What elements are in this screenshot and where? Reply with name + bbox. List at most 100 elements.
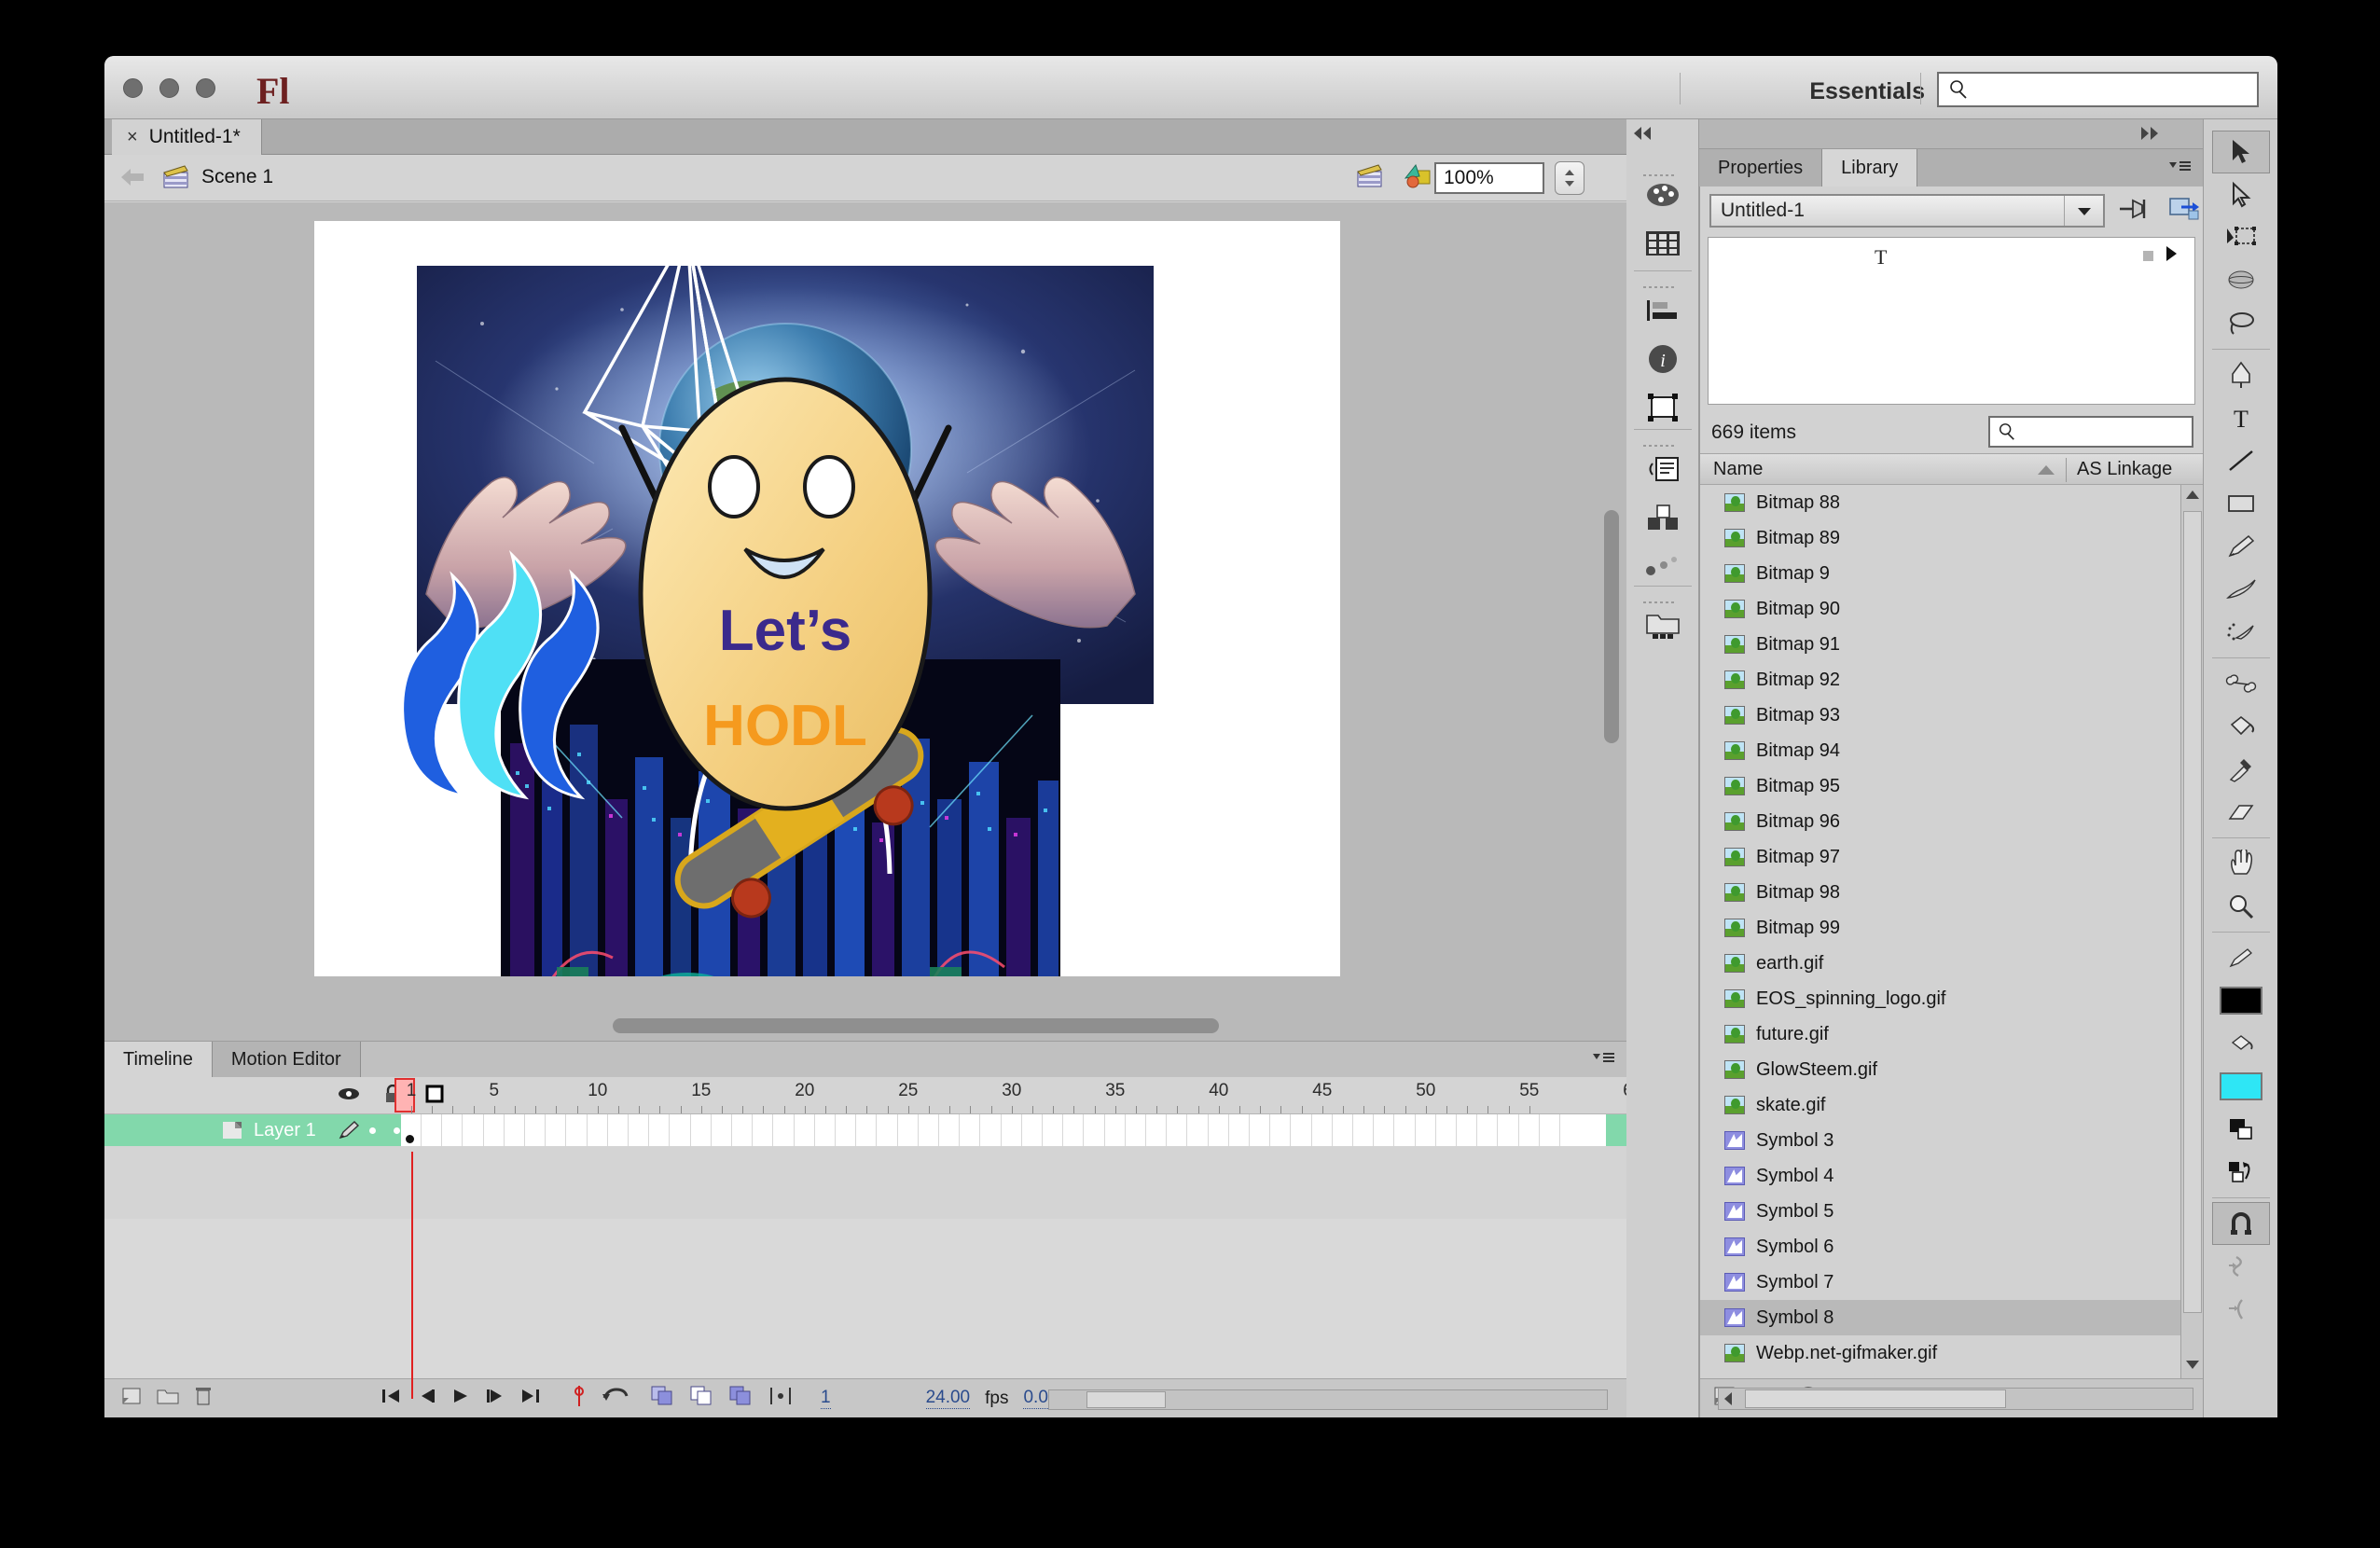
library-document-selector[interactable]: Untitled-1	[1709, 194, 2105, 228]
timeline-frame-cell[interactable]	[567, 1114, 588, 1146]
panel-menu-icon[interactable]	[1591, 1049, 1615, 1071]
delete-layer-button[interactable]	[194, 1386, 213, 1411]
library-item-row[interactable]: Symbol 3	[1700, 1123, 2180, 1158]
go-to-last-frame-button[interactable]	[520, 1387, 541, 1410]
panel-menu-icon[interactable]	[2167, 158, 2192, 179]
pen-tool[interactable]	[2212, 353, 2270, 396]
swap-colors-button[interactable]	[2212, 1151, 2270, 1194]
timeline-frame-cell[interactable]	[1188, 1114, 1209, 1146]
free-transform-tool[interactable]	[2212, 216, 2270, 259]
spray-brush-tool[interactable]	[2212, 611, 2270, 654]
timeline-frame-cell[interactable]	[525, 1114, 547, 1146]
library-item-row[interactable]: skate.gif	[1700, 1087, 2180, 1123]
timeline-frame-cell[interactable]	[1436, 1114, 1457, 1146]
scrollbar-thumb[interactable]	[2183, 511, 2202, 1313]
library-item-row[interactable]: Bitmap 96	[1700, 804, 2180, 839]
selection-tool[interactable]	[2211, 131, 2270, 173]
library-search-input[interactable]	[1988, 416, 2193, 448]
timeline-frame-cell[interactable]	[981, 1114, 1002, 1146]
lock-dot[interactable]	[394, 1127, 400, 1134]
frame-strip[interactable]	[401, 1114, 1606, 1146]
timeline-frame-cell[interactable]	[1457, 1114, 1478, 1146]
library-item-row[interactable]: future.gif	[1700, 1016, 2180, 1052]
sort-ascending-icon[interactable]	[2036, 463, 2056, 481]
new-library-panel-icon[interactable]	[2168, 196, 2200, 227]
components-icon[interactable]	[1641, 496, 1684, 539]
scroll-left-icon[interactable]	[1723, 1391, 1734, 1411]
timeline-frame-cell[interactable]	[1395, 1114, 1416, 1146]
timeline-frame-cell[interactable]	[712, 1114, 732, 1146]
preview-stop-square[interactable]	[2143, 251, 2153, 261]
dock-grip[interactable]	[1643, 166, 1682, 176]
current-frame-value[interactable]: 1	[821, 1388, 831, 1409]
timeline-frame-cell[interactable]	[919, 1114, 939, 1146]
go-to-first-frame-button[interactable]	[381, 1387, 401, 1410]
edit-scene-icon[interactable]	[1356, 163, 1384, 194]
snap-to-objects-button[interactable]	[2211, 1202, 2270, 1245]
tab-timeline[interactable]: Timeline	[104, 1042, 213, 1077]
frame-ruler[interactable]: 151015202530354045505560657075	[401, 1077, 1953, 1114]
stage-vertical-scrollbar[interactable]	[1602, 202, 1619, 1041]
timeline-frame-cell[interactable]	[1333, 1114, 1353, 1146]
stroke-color-swatch[interactable]	[2212, 979, 2270, 1022]
new-folder-button[interactable]	[157, 1387, 179, 1410]
loop-button[interactable]	[601, 1387, 629, 1410]
scrollbar-thumb[interactable]	[613, 1018, 1219, 1033]
transform-icon[interactable]	[1641, 386, 1684, 429]
library-vertical-scrollbar[interactable]	[2180, 485, 2203, 1378]
library-item-row[interactable]: Bitmap 89	[1700, 520, 2180, 556]
timeline-frame-cell[interactable]	[1126, 1114, 1146, 1146]
brush-tool[interactable]	[2212, 568, 2270, 611]
timeline-frame-cell[interactable]	[1374, 1114, 1395, 1146]
line-tool[interactable]	[2212, 439, 2270, 482]
library-item-row[interactable]: Symbol 6	[1700, 1229, 2180, 1265]
timeline-frame-cell[interactable]	[484, 1114, 505, 1146]
align-icon[interactable]	[1641, 289, 1684, 332]
layer-name[interactable]: Layer 1	[254, 1120, 316, 1141]
timeline-frame-cell[interactable]	[464, 1114, 484, 1146]
paint-bucket-tool[interactable]	[2212, 705, 2270, 748]
dock-grip[interactable]	[1643, 436, 1682, 447]
fps-value[interactable]: 24.00	[925, 1388, 971, 1409]
document-tab[interactable]: × Untitled-1*	[112, 119, 262, 155]
onion-skin-button[interactable]	[651, 1386, 675, 1411]
timeline-frame-cell[interactable]	[588, 1114, 608, 1146]
text-tool[interactable]: T	[2212, 396, 2270, 439]
library-item-row[interactable]: Bitmap 97	[1700, 839, 2180, 875]
library-item-row[interactable]: Bitmap 93	[1700, 698, 2180, 733]
dock-grip[interactable]	[1643, 593, 1682, 603]
library-item-row[interactable]: Bitmap 94	[1700, 733, 2180, 768]
chevron-down-icon[interactable]	[2064, 196, 2103, 226]
lasso-tool[interactable]	[2212, 302, 2270, 345]
hand-tool[interactable]	[2212, 842, 2270, 885]
library-item-row[interactable]: Symbol 8	[1700, 1300, 2180, 1335]
library-item-list[interactable]: Bitmap 88 Bitmap 89 Bitmap 9 Bitmap 90 Bitma…	[1700, 485, 2180, 1378]
timeline-frame-cell[interactable]	[671, 1114, 691, 1146]
library-item-row[interactable]: Bitmap 91	[1700, 627, 2180, 662]
timeline-frame-cell[interactable]	[1499, 1114, 1519, 1146]
scrollbar-thumb[interactable]	[1604, 510, 1619, 743]
timeline-frame-cell[interactable]	[422, 1114, 443, 1146]
motion-presets-icon[interactable]	[1641, 545, 1684, 587]
black-and-white-button[interactable]	[2212, 1108, 2270, 1151]
timeline-frame-cell[interactable]	[774, 1114, 795, 1146]
modify-onion-markers-button[interactable]	[768, 1386, 793, 1411]
timeline-frame-cell[interactable]	[691, 1114, 712, 1146]
timeline-frame-cell[interactable]	[960, 1114, 981, 1146]
code-snippets-icon[interactable]	[1641, 448, 1684, 491]
play-button[interactable]	[451, 1387, 470, 1410]
zoom-button[interactable]	[196, 78, 215, 98]
timeline-frame-cell[interactable]	[1292, 1114, 1312, 1146]
onion-skin-outlines-button[interactable]	[690, 1386, 714, 1411]
playhead[interactable]	[411, 1152, 413, 1399]
stage-area[interactable]: Let’s HODL	[104, 202, 1626, 1041]
library-item-row[interactable]: Symbol 7	[1700, 1265, 2180, 1300]
zoom-tool[interactable]	[2212, 885, 2270, 928]
eye-icon[interactable]	[338, 1086, 360, 1106]
scene-label[interactable]: Scene 1	[201, 166, 273, 188]
workspace-switcher[interactable]: Essentials	[1809, 78, 1951, 105]
library-item-row[interactable]: Symbol 5	[1700, 1194, 2180, 1229]
timeline-frame-cell[interactable]	[546, 1114, 567, 1146]
center-frame-button[interactable]	[573, 1385, 586, 1412]
timeline-frame-cell[interactable]	[1043, 1114, 1064, 1146]
